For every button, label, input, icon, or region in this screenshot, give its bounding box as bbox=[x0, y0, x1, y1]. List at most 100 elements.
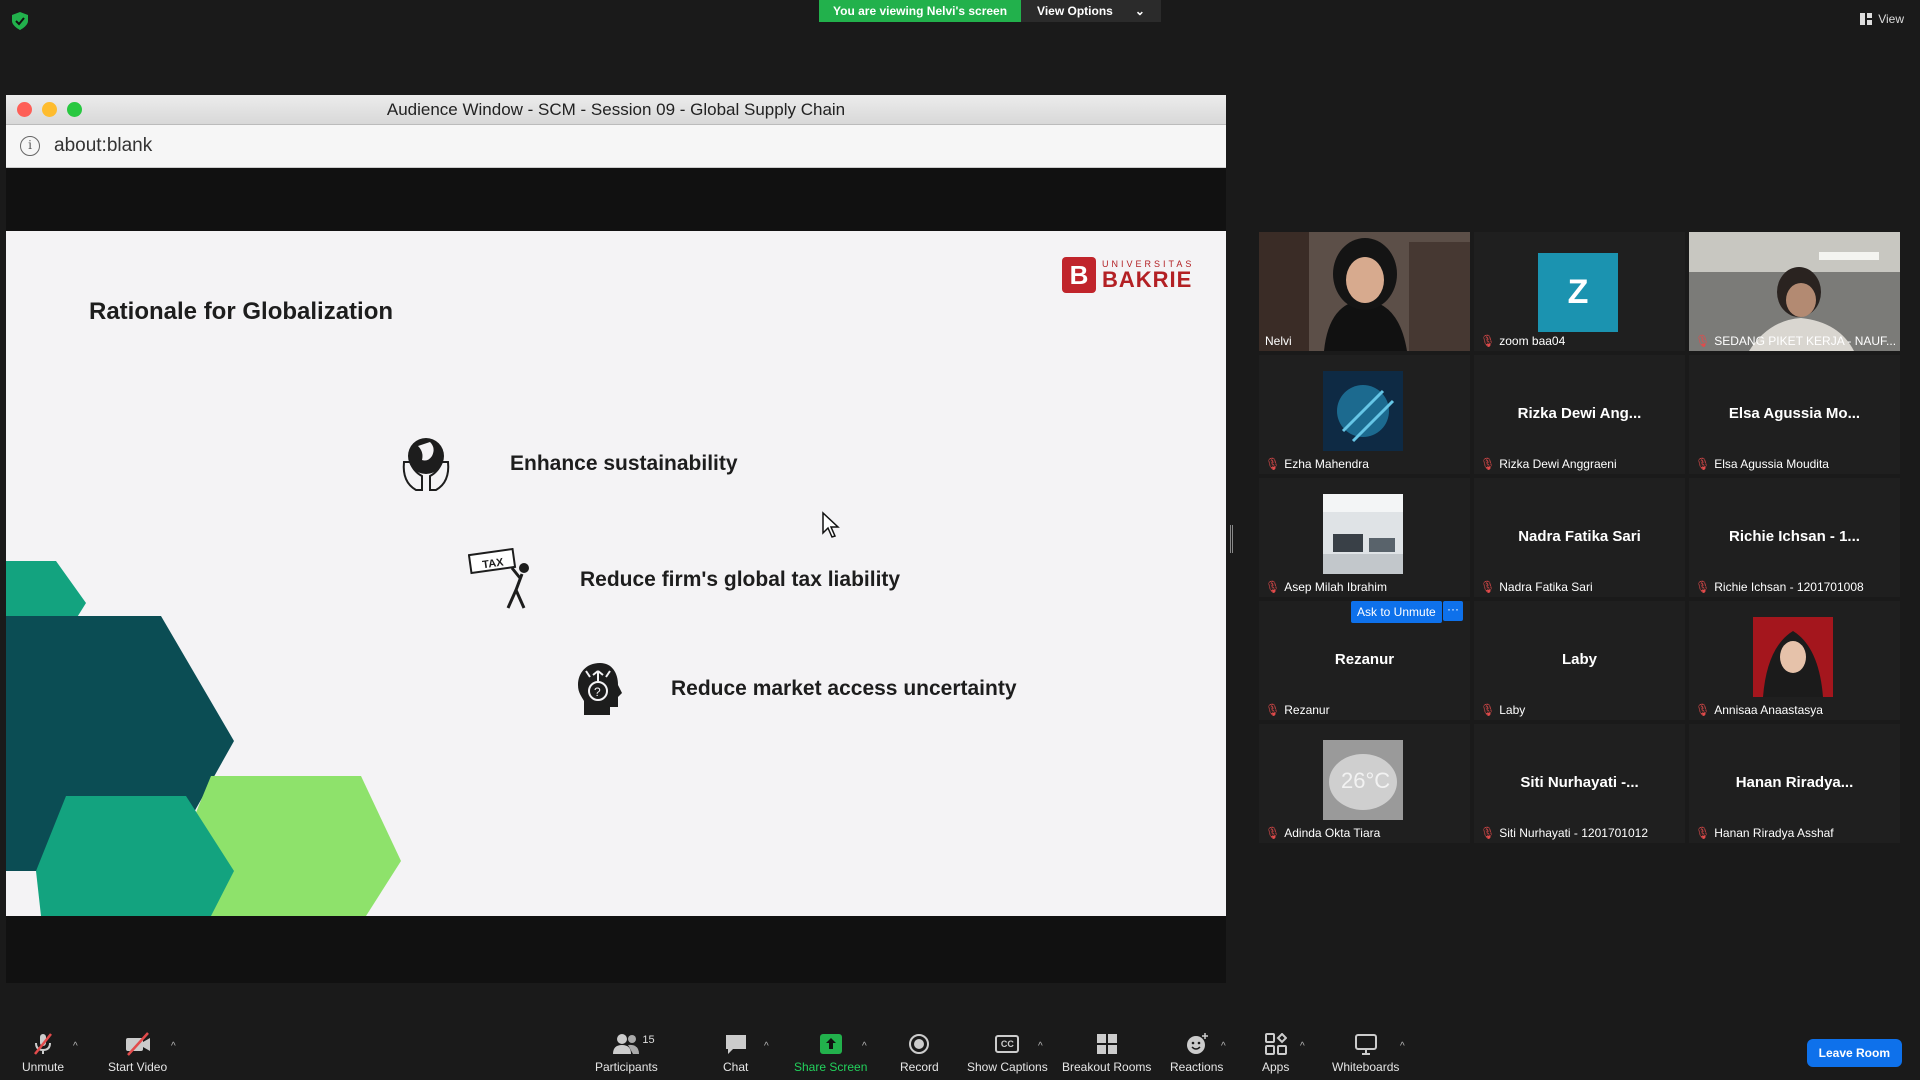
show-captions-button[interactable]: CC Show Captions bbox=[967, 1032, 1048, 1074]
security-shield-icon[interactable] bbox=[12, 12, 28, 30]
apps-button[interactable]: Apps bbox=[1262, 1032, 1289, 1074]
mic-muted-icon: 🎙 bbox=[1265, 580, 1281, 594]
participant-tile[interactable]: 🎙 SEDANG PIKET KERJA - NAUF... bbox=[1689, 232, 1900, 351]
apps-icon bbox=[1264, 1033, 1287, 1055]
bullet-1: Enhance sustainability bbox=[394, 432, 738, 496]
chevron-up-icon[interactable]: ^ bbox=[171, 1041, 176, 1052]
grid-view-icon bbox=[1860, 13, 1873, 25]
mic-muted-icon: 🎙 bbox=[1695, 457, 1711, 471]
profile-picture bbox=[1323, 494, 1403, 574]
mic-muted-icon: 🎙 bbox=[1695, 580, 1711, 594]
participant-tile[interactable]: Nadra Fatika Sari 🎙 Nadra Fatika Sari bbox=[1474, 478, 1685, 597]
mic-muted-icon: 🎙 bbox=[1480, 457, 1496, 471]
participant-display-name: Richie Ichsan - 1... bbox=[1729, 528, 1860, 545]
share-screen-button[interactable]: Share Screen bbox=[794, 1032, 867, 1074]
participant-tile[interactable]: Elsa Agussia Mo... 🎙 Elsa Agussia Moudit… bbox=[1689, 355, 1900, 474]
participant-name: 🎙 Rezanur bbox=[1265, 703, 1330, 717]
presentation-slide: Rationale for Globalization B UNIVERSITA… bbox=[6, 231, 1226, 916]
chevron-up-icon[interactable]: ^ bbox=[862, 1041, 867, 1052]
participant-tile[interactable]: Siti Nurhayati -... 🎙 Siti Nurhayati - 1… bbox=[1474, 724, 1685, 843]
video-gallery: Nelvi Z 🎙 zoom baa04 🎙 SEDANG PIKET KERJ… bbox=[1259, 232, 1900, 843]
participant-tile[interactable]: Laby 🎙 Laby bbox=[1474, 601, 1685, 720]
chevron-up-icon[interactable]: ^ bbox=[1300, 1041, 1305, 1052]
slide-title: Rationale for Globalization bbox=[89, 298, 394, 325]
unmute-button[interactable]: Unmute bbox=[22, 1032, 64, 1074]
participant-tile[interactable]: Z 🎙 zoom baa04 bbox=[1474, 232, 1685, 351]
tax-burden-icon: TAX bbox=[468, 548, 529, 609]
split-view-handle[interactable] bbox=[1230, 525, 1233, 553]
chevron-up-icon[interactable]: ^ bbox=[73, 1041, 78, 1052]
show-captions-label: Show Captions bbox=[967, 1060, 1048, 1074]
svg-text:?: ? bbox=[594, 685, 601, 699]
participants-count: 15 bbox=[642, 1034, 655, 1046]
reactions-label: Reactions bbox=[1170, 1060, 1224, 1074]
participant-name: 🎙 Laby bbox=[1480, 703, 1526, 717]
globe-hands-icon bbox=[402, 438, 450, 491]
participants-icon bbox=[613, 1034, 640, 1054]
participant-name: 🎙 Nadra Fatika Sari bbox=[1480, 580, 1593, 594]
chevron-up-icon[interactable]: ^ bbox=[1400, 1041, 1405, 1052]
mic-muted-icon: 🎙 bbox=[1695, 334, 1711, 348]
participant-name: 🎙 zoom baa04 bbox=[1480, 334, 1566, 348]
participant-display-name: Rizka Dewi Ang... bbox=[1517, 405, 1642, 422]
bullet-text-3: Reduce market access uncertainty bbox=[671, 677, 1017, 700]
participant-tile[interactable]: Rizka Dewi Ang... 🎙 Rizka Dewi Anggraeni bbox=[1474, 355, 1685, 474]
participants-button[interactable]: 15 Participants bbox=[595, 1032, 658, 1074]
start-video-button[interactable]: Start Video bbox=[108, 1032, 167, 1074]
share-screen-label: Share Screen bbox=[794, 1060, 868, 1074]
more-options-button[interactable]: ··· bbox=[1443, 601, 1463, 621]
ask-to-unmute-button[interactable]: Ask to Unmute bbox=[1351, 601, 1442, 623]
reactions-button[interactable]: Reactions bbox=[1170, 1032, 1223, 1074]
participant-tile[interactable]: Hanan Riradya... 🎙 Hanan Riradya Asshaf bbox=[1689, 724, 1900, 843]
participant-name: 🎙 Rizka Dewi Anggraeni bbox=[1480, 457, 1617, 471]
record-button[interactable]: Record bbox=[900, 1032, 939, 1074]
profile-picture bbox=[1753, 617, 1833, 697]
participant-name: 🎙 Elsa Agussia Moudita bbox=[1695, 457, 1829, 471]
participant-display-name: Laby bbox=[1561, 651, 1597, 668]
mic-muted-icon: 🎙 bbox=[1265, 457, 1281, 471]
info-icon: i bbox=[20, 136, 40, 156]
participant-tile[interactable]: 🎙 Annisaa Anaastasya bbox=[1689, 601, 1900, 720]
meeting-toolbar: Unmute ^ Start Video ^ 15 Participants C… bbox=[0, 1022, 1920, 1080]
view-button-label: View bbox=[1878, 12, 1904, 26]
mic-muted-icon: 🎙 bbox=[1265, 703, 1281, 717]
profile-picture bbox=[1323, 371, 1403, 451]
participant-name: 🎙 Ezha Mahendra bbox=[1265, 457, 1369, 471]
chevron-up-icon[interactable]: ^ bbox=[1038, 1041, 1043, 1052]
view-options-button[interactable]: View Options ⌄ bbox=[1021, 0, 1161, 22]
participant-tile[interactable]: Richie Ichsan - 1... 🎙 Richie Ichsan - 1… bbox=[1689, 478, 1900, 597]
participant-name: 🎙 Hanan Riradya Asshaf bbox=[1695, 826, 1834, 840]
profile-picture: 26°C bbox=[1323, 740, 1403, 820]
view-options-label: View Options bbox=[1037, 4, 1113, 18]
chat-button[interactable]: Chat bbox=[723, 1032, 748, 1074]
mic-muted-icon: 🎙 bbox=[1480, 334, 1496, 348]
mic-muted-icon: 🎙 bbox=[1480, 580, 1496, 594]
leave-room-button[interactable]: Leave Room bbox=[1806, 1039, 1902, 1067]
participant-name: 🎙 Adinda Okta Tiara bbox=[1265, 826, 1381, 840]
chat-label: Chat bbox=[723, 1060, 749, 1074]
participants-label: Participants bbox=[595, 1060, 658, 1074]
participant-name: 🎙 SEDANG PIKET KERJA - NAUF... bbox=[1695, 334, 1897, 348]
mouse-cursor-icon bbox=[822, 511, 840, 538]
start-video-label: Start Video bbox=[108, 1060, 168, 1074]
chat-icon bbox=[725, 1035, 746, 1054]
view-button[interactable]: View bbox=[1860, 12, 1904, 26]
whiteboards-button[interactable]: Whiteboards bbox=[1332, 1032, 1399, 1074]
participant-tile[interactable]: Ask to Unmute ··· Rezanur 🎙 Rezanur bbox=[1259, 601, 1470, 720]
participant-tile[interactable]: 🎙 Asep Milah Ibrahim bbox=[1259, 478, 1470, 597]
participant-display-name: Elsa Agussia Mo... bbox=[1728, 405, 1861, 422]
video-off-icon bbox=[125, 1032, 150, 1056]
chevron-up-icon[interactable]: ^ bbox=[764, 1041, 769, 1052]
participant-tile[interactable]: 26°C 🎙 Adinda Okta Tiara bbox=[1259, 724, 1470, 843]
window-titlebar: Audience Window - SCM - Session 09 - Glo… bbox=[6, 95, 1226, 125]
avatar: Z bbox=[1538, 253, 1618, 332]
breakout-rooms-label: Breakout Rooms bbox=[1062, 1060, 1152, 1074]
participant-name: Nelvi bbox=[1265, 334, 1292, 348]
participant-tile[interactable]: Nelvi bbox=[1259, 232, 1470, 351]
chevron-up-icon[interactable]: ^ bbox=[1221, 1041, 1226, 1052]
participant-tile[interactable]: 🎙 Ezha Mahendra bbox=[1259, 355, 1470, 474]
breakout-rooms-button[interactable]: Breakout Rooms bbox=[1062, 1032, 1151, 1074]
breakout-rooms-icon bbox=[1096, 1034, 1117, 1054]
chevron-down-icon: ⌄ bbox=[1134, 4, 1145, 18]
mic-muted-icon: 🎙 bbox=[1265, 826, 1281, 840]
